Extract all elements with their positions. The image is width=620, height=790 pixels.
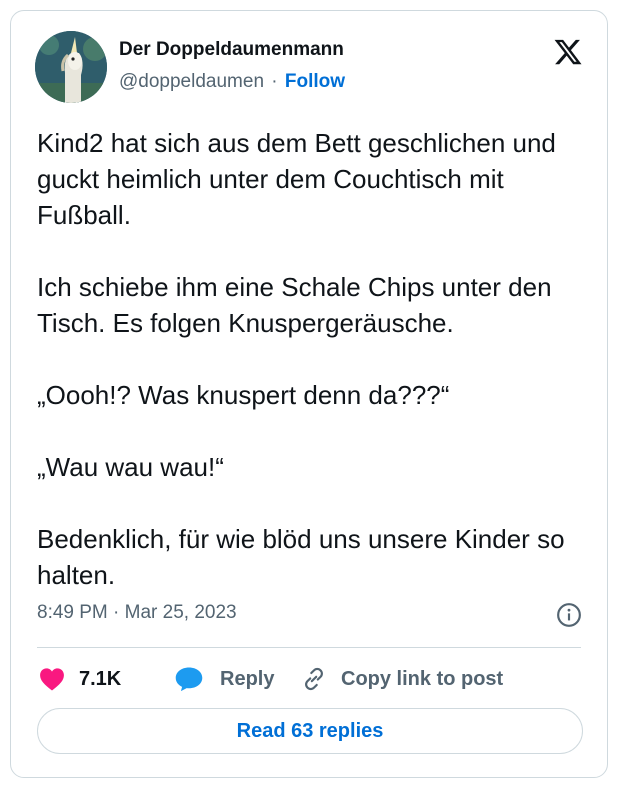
- tweet-text: Kind2 hat sich aus dem Bett geschlichen …: [37, 125, 597, 593]
- like-button[interactable]: 7.1K: [39, 661, 121, 697]
- x-logo-icon[interactable]: [553, 37, 583, 67]
- link-icon: [305, 667, 323, 691]
- tweet-paragraph: Ich schiebe ihm eine Schale Chips unter …: [37, 272, 552, 338]
- handle-separator: ·: [271, 71, 278, 92]
- reply-button[interactable]: Reply: [174, 661, 274, 697]
- tweet-card: Der Doppeldaumenmann @doppeldaumen · Fol…: [10, 10, 608, 778]
- tweet-paragraph: „Oooh!? Was knuspert denn da???“: [37, 380, 450, 410]
- author-handle-row: @doppeldaumen · Follow: [119, 71, 345, 93]
- heart-icon: [40, 668, 64, 691]
- tweet-timestamp[interactable]: 8:49 PM · Mar 25, 2023: [37, 602, 237, 624]
- copy-link-label: Copy link to post: [341, 667, 504, 690]
- author-avatar[interactable]: [35, 31, 107, 103]
- reply-bubble-icon: [175, 667, 203, 692]
- read-replies-button[interactable]: Read 63 replies: [37, 708, 583, 754]
- tweet-paragraph: „Wau wau wau!“: [37, 452, 224, 482]
- author-handle[interactable]: @doppeldaumen: [119, 71, 264, 92]
- info-icon[interactable]: [556, 602, 582, 628]
- copy-link-button[interactable]: Copy link to post: [301, 661, 503, 697]
- follow-button[interactable]: Follow: [285, 71, 345, 92]
- actions-divider: [37, 647, 581, 648]
- tweet-paragraph: Bedenklich, für wie blöd uns unsere Kind…: [37, 524, 565, 590]
- tweet-paragraph: Kind2 hat sich aus dem Bett geschlichen …: [37, 128, 556, 230]
- author-display-name[interactable]: Der Doppeldaumenmann: [119, 39, 344, 61]
- reply-label: Reply: [220, 667, 275, 690]
- like-count: 7.1K: [79, 667, 122, 690]
- unicorn-avatar-icon: [35, 31, 107, 103]
